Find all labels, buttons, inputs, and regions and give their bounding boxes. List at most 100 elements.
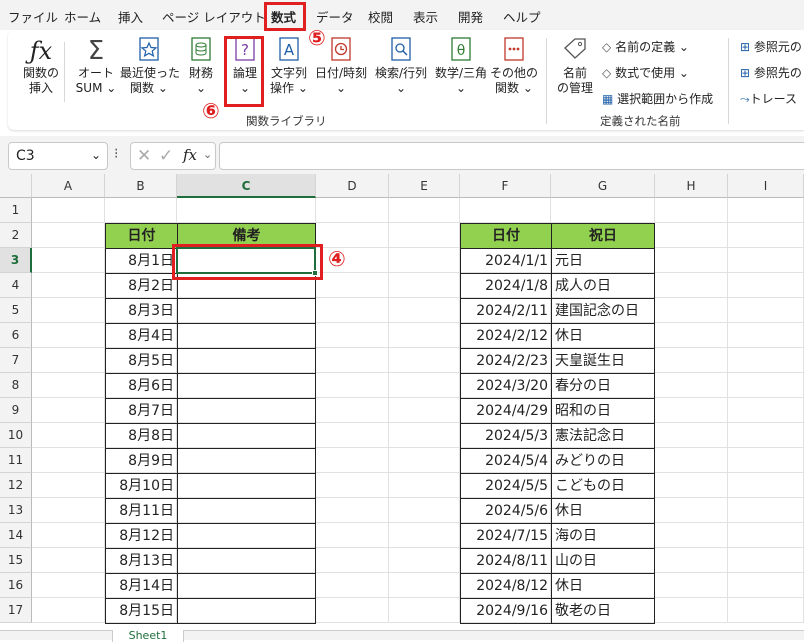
- cell[interactable]: [32, 398, 105, 423]
- financial-button[interactable]: 財務 ⌄: [184, 36, 218, 96]
- menu-home[interactable]: ホーム: [64, 7, 101, 26]
- cell[interactable]: [389, 348, 460, 373]
- table1-date-cell[interactable]: 8月11日: [105, 498, 178, 524]
- table1-date-cell[interactable]: 8月14日: [105, 573, 178, 599]
- cell[interactable]: [728, 523, 804, 548]
- use-in-formula-button[interactable]: ◇ 数式で使用 ⌄: [602, 64, 689, 81]
- cell[interactable]: [655, 223, 728, 248]
- table1-note-cell[interactable]: [177, 448, 316, 474]
- table2-date-cell[interactable]: 2024/5/5: [460, 473, 552, 499]
- column-header[interactable]: I: [728, 174, 804, 198]
- cell[interactable]: [728, 573, 804, 598]
- cell[interactable]: [728, 498, 804, 523]
- cell[interactable]: [316, 548, 389, 573]
- cell[interactable]: [389, 223, 460, 248]
- create-from-selection-button[interactable]: ▦ 選択範囲から作成: [602, 90, 713, 107]
- cell[interactable]: [32, 473, 105, 498]
- cell[interactable]: [389, 423, 460, 448]
- table2-date-cell[interactable]: 2024/5/6: [460, 498, 552, 524]
- table1-note-cell[interactable]: [177, 398, 316, 424]
- cell[interactable]: [728, 323, 804, 348]
- cell[interactable]: [655, 523, 728, 548]
- cell[interactable]: [655, 248, 728, 273]
- cell[interactable]: [32, 298, 105, 323]
- cell[interactable]: [32, 548, 105, 573]
- cell[interactable]: [655, 398, 728, 423]
- cell[interactable]: [32, 448, 105, 473]
- table1-note-cell[interactable]: [177, 298, 316, 324]
- cell[interactable]: [389, 373, 460, 398]
- table2-holiday-cell[interactable]: 元日: [551, 248, 655, 274]
- menu-review[interactable]: 校閲: [368, 7, 393, 26]
- cell[interactable]: [389, 573, 460, 598]
- table2-date-cell[interactable]: 2024/3/20: [460, 373, 552, 399]
- table1-date-cell[interactable]: 8月5日: [105, 348, 178, 374]
- cell[interactable]: [655, 273, 728, 298]
- table2-holiday-cell[interactable]: 建国記念の日: [551, 298, 655, 324]
- cell[interactable]: [389, 473, 460, 498]
- cell[interactable]: [389, 273, 460, 298]
- cell[interactable]: [655, 473, 728, 498]
- table2-date-cell[interactable]: 2024/5/4: [460, 448, 552, 474]
- check-icon[interactable]: ✓: [159, 146, 173, 166]
- insert-function-fx-icon[interactable]: fx: [183, 146, 197, 164]
- cell[interactable]: [728, 223, 804, 248]
- table2-holiday-cell[interactable]: 休日: [551, 323, 655, 349]
- cell[interactable]: [728, 348, 804, 373]
- cell[interactable]: [728, 448, 804, 473]
- menu-view[interactable]: 表示: [413, 7, 438, 26]
- cell[interactable]: [655, 423, 728, 448]
- row-header[interactable]: 11: [0, 448, 32, 473]
- table2-date-cell[interactable]: 2024/2/11: [460, 298, 552, 324]
- row-header[interactable]: 13: [0, 498, 32, 523]
- table2-date-cell[interactable]: 2024/2/12: [460, 323, 552, 349]
- menu-file[interactable]: ファイル: [8, 7, 58, 26]
- cell[interactable]: [389, 498, 460, 523]
- row-header[interactable]: 4: [0, 273, 32, 298]
- recent-functions-button[interactable]: 最近使った 関数 ⌄: [120, 36, 180, 96]
- menu-insert[interactable]: 挿入: [118, 7, 143, 26]
- table2-date-cell[interactable]: 2024/5/3: [460, 423, 552, 449]
- table1-note-cell[interactable]: [177, 548, 316, 574]
- table1-date-cell[interactable]: 8月12日: [105, 523, 178, 549]
- table2-date-cell[interactable]: 2024/7/15: [460, 523, 552, 549]
- cell[interactable]: [728, 198, 804, 223]
- table2-holiday-cell[interactable]: 成人の日: [551, 273, 655, 299]
- cell[interactable]: [316, 498, 389, 523]
- cell[interactable]: [728, 273, 804, 298]
- name-manager-button[interactable]: 名前 の管理: [552, 36, 598, 96]
- cell[interactable]: [655, 498, 728, 523]
- cell[interactable]: [460, 198, 551, 223]
- trace-precedents-button[interactable]: ⊞ 参照元の: [740, 38, 802, 55]
- insert-function-button[interactable]: ƒx 関数の 挿入: [22, 36, 60, 96]
- cell[interactable]: [316, 573, 389, 598]
- cell[interactable]: [32, 598, 105, 623]
- row-header[interactable]: 7: [0, 348, 32, 373]
- table1-date-cell[interactable]: 8月13日: [105, 548, 178, 574]
- cell[interactable]: [389, 523, 460, 548]
- cell[interactable]: [316, 248, 389, 273]
- cell[interactable]: [32, 323, 105, 348]
- table1-date-cell[interactable]: 8月6日: [105, 373, 178, 399]
- other-functions-button[interactable]: その他の 関数 ⌄: [490, 36, 538, 96]
- table1-date-cell[interactable]: 8月3日: [105, 298, 178, 324]
- table1-date-cell[interactable]: 8月2日: [105, 273, 178, 299]
- row-header[interactable]: 1: [0, 198, 32, 223]
- row-header[interactable]: 6: [0, 323, 32, 348]
- cell[interactable]: [728, 598, 804, 623]
- cell[interactable]: [316, 473, 389, 498]
- select-all-corner[interactable]: [0, 174, 32, 198]
- table1-date-cell[interactable]: 8月8日: [105, 423, 178, 449]
- table1-header-date[interactable]: 日付: [105, 223, 178, 249]
- cell[interactable]: [655, 573, 728, 598]
- cell[interactable]: [32, 198, 105, 223]
- cell[interactable]: [32, 423, 105, 448]
- cell[interactable]: [316, 223, 389, 248]
- cell[interactable]: [316, 198, 389, 223]
- table2-holiday-cell[interactable]: こどもの日: [551, 473, 655, 499]
- table2-date-cell[interactable]: 2024/4/29: [460, 398, 552, 424]
- cell[interactable]: [316, 273, 389, 298]
- menu-data[interactable]: データ: [316, 7, 354, 26]
- table1-note-cell[interactable]: [177, 323, 316, 349]
- column-header[interactable]: H: [655, 174, 728, 198]
